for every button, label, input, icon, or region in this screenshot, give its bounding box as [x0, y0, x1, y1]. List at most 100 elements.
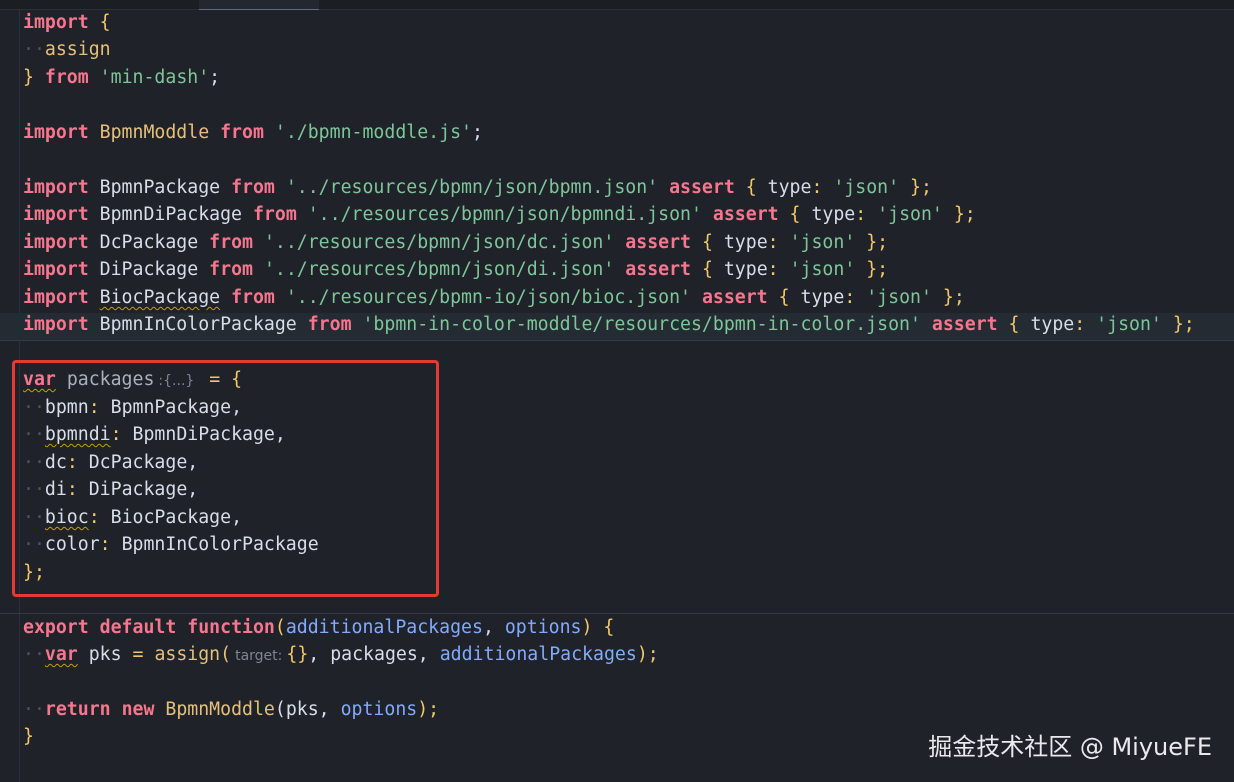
token-punctuation: ): [581, 617, 593, 638]
token-string: '../resources/bpmn-io/json/bioc.json': [285, 287, 691, 308]
token-identifier: DiPackage: [99, 259, 199, 280]
highlight-annotation-box: [12, 360, 439, 597]
token-keyword: import: [23, 314, 89, 335]
token-property: type: [800, 287, 845, 308]
code-line[interactable]: import BiocPackage from '../resources/bp…: [23, 284, 965, 311]
token-string: '../resources/bpmn/json/dc.json': [263, 232, 615, 253]
token-punctuation: }: [23, 67, 34, 88]
token-punctuation: {: [99, 12, 111, 33]
token-identifier: assign: [44, 39, 111, 60]
token-identifier: DcPackage: [99, 232, 199, 253]
token-parameter: options: [504, 617, 582, 638]
token-arguments: (pks,: [274, 699, 341, 720]
token-punctuation: );: [636, 644, 659, 665]
token-punctuation: );: [417, 699, 440, 720]
token-keyword: from: [44, 67, 89, 88]
token-keyword: assert: [701, 287, 768, 308]
token-punctuation: {: [789, 204, 801, 225]
token-string: '../resources/bpmn/json/bpmn.json': [285, 177, 659, 198]
token-keyword: import: [23, 122, 89, 143]
token-property: type: [723, 232, 768, 253]
token-string: 'json': [789, 232, 856, 253]
code-line[interactable]: import DcPackage from '../resources/bpmn…: [23, 229, 888, 256]
token-class: BpmnModdle: [99, 122, 210, 143]
token-punctuation: ;: [209, 67, 221, 88]
token-arguments: , packages,: [308, 644, 440, 665]
token-property: type: [767, 177, 812, 198]
token-keyword: assert: [625, 232, 691, 253]
parameter-inlay-hint: target:: [235, 648, 283, 664]
code-line[interactable]: import BpmnInColorPackage from 'bpmn-in-…: [23, 311, 1195, 338]
token-punctuation: :: [767, 259, 779, 280]
token-punctuation: };: [1172, 314, 1195, 335]
code-editor[interactable]: import { ··assign } from 'min-dash'; imp…: [0, 0, 1234, 782]
token-keyword: from: [209, 232, 253, 253]
token-punctuation: {: [1008, 314, 1020, 335]
token-keyword: from: [307, 314, 352, 335]
token-punctuation: :: [767, 232, 779, 253]
token-class: BpmnModdle: [165, 699, 275, 720]
indent-guide: ··: [23, 699, 45, 720]
token-property: type: [723, 259, 768, 280]
token-punctuation: };: [866, 259, 889, 280]
code-line[interactable]: export default function(additionalPackag…: [23, 614, 614, 641]
token-identifier: BpmnPackage: [99, 177, 221, 198]
code-line[interactable]: }: [23, 723, 34, 750]
token-punctuation: {}: [286, 644, 309, 665]
token-identifier: BiocPackage: [99, 287, 221, 308]
token-keyword: return: [44, 699, 111, 720]
token-keyword: import: [23, 12, 89, 33]
token-punctuation: {: [701, 259, 713, 280]
code-line[interactable]: ··var pks = assign(target: {}, packages, …: [23, 641, 659, 668]
token-keyword: assert: [669, 177, 735, 198]
token-property: type: [811, 204, 856, 225]
token-function: assign(: [154, 644, 232, 665]
token-punctuation: {: [745, 177, 757, 198]
token-string: 'json': [866, 287, 932, 308]
token-punctuation: (: [274, 617, 286, 638]
token-keyword: new: [121, 699, 155, 720]
code-line[interactable]: import BpmnPackage from '../resources/bp…: [23, 174, 932, 201]
token-keyword: import: [23, 259, 89, 280]
code-line[interactable]: } from 'min-dash';: [23, 64, 220, 91]
token-keyword: from: [209, 259, 253, 280]
code-line[interactable]: import BpmnDiPackage from '../resources/…: [23, 201, 976, 228]
token-keyword: from: [231, 177, 275, 198]
token-string: 'json': [877, 204, 943, 225]
token-string: 'bpmn-in-color-moddle/resources/bpmn-in-…: [362, 314, 921, 335]
token-keyword: import: [23, 177, 89, 198]
token-punctuation: }: [23, 726, 34, 747]
token-identifier: BpmnDiPackage: [99, 204, 243, 225]
watermark: 掘金技术社区 @ MiyueFE: [928, 733, 1212, 761]
code-line[interactable]: import {: [23, 9, 111, 36]
token-string: './bpmn-moddle.js': [274, 122, 472, 143]
token-punctuation: :: [811, 177, 823, 198]
token-parameter: options: [340, 699, 418, 720]
token-keyword: function: [187, 617, 275, 638]
token-variable: pks: [88, 644, 122, 665]
code-line[interactable]: import BpmnModdle from './bpmn-moddle.js…: [23, 119, 483, 146]
token-string: 'json': [833, 177, 900, 198]
token-string: 'json': [1096, 314, 1162, 335]
token-keyword: export: [23, 617, 89, 638]
token-keyword: from: [231, 287, 275, 308]
token-punctuation: };: [942, 287, 965, 308]
token-punctuation: };: [910, 177, 932, 198]
token-keyword: assert: [625, 259, 691, 280]
token-punctuation: ,: [482, 617, 494, 638]
token-keyword: import: [23, 287, 89, 308]
token-string: 'json': [789, 259, 856, 280]
code-line[interactable]: import DiPackage from '../resources/bpmn…: [23, 256, 888, 283]
token-parameter: additionalPackages: [439, 644, 637, 665]
token-punctuation: :: [855, 204, 867, 225]
active-tab[interactable]: [199, 0, 319, 10]
token-parameter: additionalPackages: [285, 617, 483, 638]
code-line[interactable]: ··return new BpmnModdle(pks, options);: [23, 696, 439, 723]
token-punctuation: {: [778, 287, 790, 308]
token-keyword: import: [23, 204, 89, 225]
token-punctuation: :: [844, 287, 856, 308]
token-punctuation: {: [603, 617, 615, 638]
code-line[interactable]: ··assign: [23, 36, 111, 63]
token-keyword: import: [23, 232, 89, 253]
token-punctuation: :: [1074, 314, 1086, 335]
